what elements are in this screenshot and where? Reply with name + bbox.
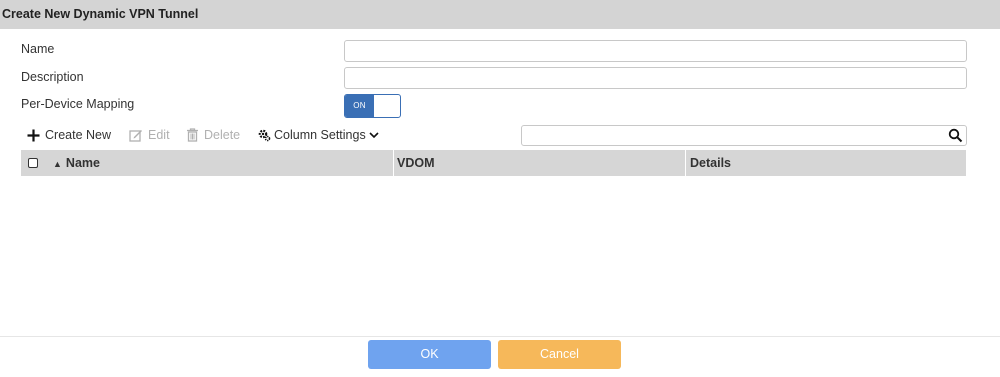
description-input[interactable] xyxy=(344,67,967,89)
delete-button[interactable]: Delete xyxy=(186,127,240,143)
column-header-vdom[interactable]: VDOM xyxy=(393,150,685,176)
create-new-label: Create New xyxy=(45,128,111,142)
footer-divider xyxy=(0,336,1000,337)
dialog-title: Create New Dynamic VPN Tunnel xyxy=(0,0,1000,29)
edit-icon xyxy=(129,128,143,142)
toggle-on-label: ON xyxy=(345,95,374,117)
plus-icon xyxy=(27,129,40,142)
create-new-button[interactable]: Create New xyxy=(27,127,111,143)
description-label: Description xyxy=(21,70,84,84)
select-all-checkbox[interactable] xyxy=(28,158,38,168)
cancel-button[interactable]: Cancel xyxy=(498,340,621,369)
column-header-details-label: Details xyxy=(690,156,731,170)
chevron-down-icon xyxy=(369,131,379,139)
column-settings-button[interactable]: Column Settings xyxy=(257,127,379,143)
column-header-name-label: Name xyxy=(65,156,100,170)
per-device-mapping-label: Per-Device Mapping xyxy=(21,97,135,111)
search-icon[interactable] xyxy=(948,128,963,143)
search-box xyxy=(521,125,967,146)
per-device-mapping-toggle[interactable]: ON xyxy=(344,94,401,118)
edit-button[interactable]: Edit xyxy=(129,127,170,143)
search-input[interactable] xyxy=(522,126,954,145)
column-settings-label: Column Settings xyxy=(274,128,366,142)
column-header-details[interactable]: Details xyxy=(685,150,966,176)
trash-icon xyxy=(186,128,199,142)
ok-button[interactable]: OK xyxy=(368,340,491,369)
sort-ascending-icon: ▲ xyxy=(53,159,62,169)
column-header-vdom-label: VDOM xyxy=(397,156,435,170)
column-header-name[interactable]: ▲ Name xyxy=(53,150,393,176)
name-input[interactable] xyxy=(344,40,967,62)
gear-icon xyxy=(257,128,271,142)
table-header: ▲ Name VDOM Details xyxy=(21,150,966,176)
edit-label: Edit xyxy=(148,128,170,142)
delete-label: Delete xyxy=(204,128,241,142)
name-label: Name xyxy=(21,42,55,56)
